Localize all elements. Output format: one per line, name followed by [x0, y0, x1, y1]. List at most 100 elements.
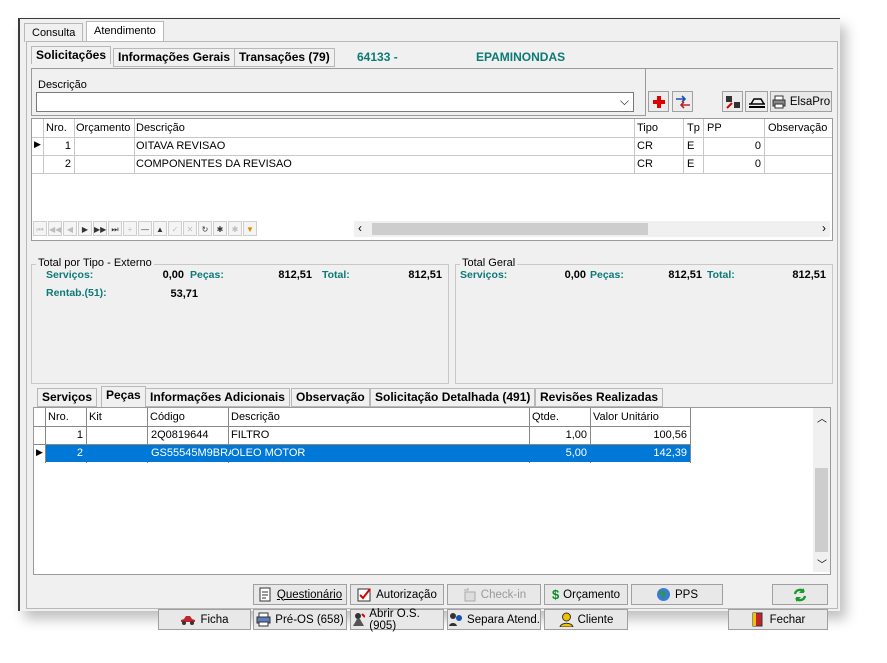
- autorizacao-button[interactable]: Autorização: [350, 584, 444, 605]
- checkbox-icon: [357, 588, 371, 602]
- filter-icon[interactable]: ▼: [243, 221, 257, 236]
- client-code: 64133 -: [357, 50, 398, 64]
- questionario-button[interactable]: Questionário: [253, 584, 347, 605]
- delete-icon[interactable]: —: [138, 221, 152, 236]
- plus-icon: [652, 95, 665, 108]
- rentab-label: Rentab.(51):: [46, 287, 107, 299]
- col-codigo[interactable]: Código: [150, 411, 185, 423]
- tab-revisoes-realizadas[interactable]: Revisões Realizadas: [535, 388, 664, 407]
- main-window: Consulta Atendimento Solicitações Inform…: [18, 18, 840, 632]
- row-pp: 0: [754, 140, 761, 152]
- checkin-button[interactable]: Check-in: [447, 584, 541, 605]
- preos-button[interactable]: Pré-OS (658): [253, 609, 347, 630]
- scroll-thumb[interactable]: [372, 223, 648, 235]
- user-icon: [559, 612, 574, 627]
- col-nro[interactable]: Nro.: [46, 122, 67, 134]
- separa-atend-button[interactable]: Separa Atend.: [447, 609, 541, 630]
- scroll-up-icon[interactable]: ︿: [817, 410, 827, 425]
- transfer-icon: [675, 94, 690, 109]
- last-record-icon[interactable]: ⏭: [108, 221, 122, 236]
- post-icon[interactable]: ✓: [168, 221, 182, 236]
- printer-icon: [772, 95, 786, 108]
- orcamento-button[interactable]: $ Orçamento: [544, 584, 628, 605]
- ficha-button[interactable]: Ficha: [158, 609, 251, 630]
- servicos-value: 0,00: [564, 269, 586, 281]
- horizontal-scrollbar[interactable]: ‹ ›: [354, 221, 830, 237]
- servicos-value: 0,00: [162, 269, 184, 281]
- asterisk-icon[interactable]: ✱: [213, 221, 227, 236]
- solicitacoes-grid[interactable]: Nro. Orçamento Descrição Tipo Tp PP Obse…: [31, 118, 833, 241]
- edit-icon[interactable]: ▲: [153, 221, 167, 236]
- exit-door-icon: [752, 612, 763, 627]
- tab-servicos[interactable]: Serviços: [37, 388, 98, 407]
- col-descricao[interactable]: Descrição: [136, 122, 185, 134]
- row-tp: E: [687, 158, 695, 170]
- pps-label: PPS: [674, 588, 698, 601]
- col-tp[interactable]: Tp: [687, 122, 700, 134]
- total-tipo-title: Total por Tipo - Externo: [36, 257, 154, 269]
- dollar-icon: $: [551, 587, 560, 602]
- record-navigator: ⏮ ◀◀ ◀ ▶ ▶▶ ⏭ + — ▲ ✓ ✕ ↻ ✱ ✱ ▼: [33, 221, 313, 237]
- transfer-button[interactable]: [672, 91, 693, 112]
- col-valor-unitario[interactable]: Valor Unitário: [593, 411, 659, 423]
- elsapro-button[interactable]: ElsaPro: [770, 91, 832, 112]
- abrir-os-button[interactable]: Abrir O.S.(905): [350, 608, 444, 632]
- prior-record-icon[interactable]: ◀: [63, 221, 77, 236]
- separa-label: Separa Atend.: [467, 613, 540, 626]
- cliente-button[interactable]: Cliente: [544, 609, 628, 630]
- refresh-icon[interactable]: ↻: [198, 221, 212, 236]
- scroll-thumb[interactable]: [815, 468, 828, 552]
- col-pp[interactable]: PP: [707, 122, 722, 134]
- col-orcamento[interactable]: Orçamento: [76, 122, 130, 134]
- atendimento-panel: Solicitações Informações Gerais Transaçõ…: [26, 41, 838, 632]
- chevron-down-icon[interactable]: ⌵: [620, 94, 629, 109]
- col-kit[interactable]: Kit: [89, 411, 102, 423]
- col-descricao[interactable]: Descrição: [231, 411, 280, 423]
- table-row-selected[interactable]: 2 GS55545M9BRA OLEO MOTOR 5,00 142,39: [46, 445, 690, 462]
- refresh-button[interactable]: [772, 584, 828, 605]
- total-geral-title: Total Geral: [460, 257, 518, 269]
- row-qtde: 5,00: [565, 447, 587, 459]
- tools-icon: [725, 95, 740, 109]
- tab-pecas[interactable]: Peças: [101, 386, 146, 407]
- col-observacao[interactable]: Observação: [768, 122, 827, 134]
- scroll-down-icon[interactable]: ﹀: [817, 556, 827, 571]
- tab-informacoes-gerais[interactable]: Informações Gerais: [113, 48, 236, 67]
- row-nro: 2: [64, 158, 71, 170]
- scroll-left-icon[interactable]: ‹: [358, 221, 362, 235]
- col-qtde[interactable]: Qtde.: [532, 411, 559, 423]
- cliente-label: Cliente: [577, 613, 614, 626]
- total-tipo-group: Total por Tipo - Externo Serviços: 0,00 …: [31, 257, 449, 384]
- car-lift-button[interactable]: [745, 91, 768, 112]
- row-pp: 0: [754, 158, 761, 170]
- row-qtde: 1,00: [565, 429, 587, 441]
- scroll-right-icon[interactable]: ›: [822, 221, 826, 235]
- row-descricao: FILTRO: [231, 429, 270, 441]
- asterisk-clear-icon[interactable]: ✱: [228, 221, 242, 236]
- cancel-icon[interactable]: ✕: [183, 221, 197, 236]
- tab-solicitacao-detalhada[interactable]: Solicitação Detalhada (491): [370, 388, 536, 407]
- tools-button[interactable]: [722, 91, 743, 112]
- tab-consulta[interactable]: Consulta: [24, 23, 84, 42]
- insert-icon[interactable]: +: [123, 221, 137, 236]
- tab-observacao[interactable]: Observação: [291, 388, 370, 407]
- tab-atendimento[interactable]: Atendimento: [86, 21, 164, 42]
- pps-button[interactable]: PPS: [631, 584, 723, 605]
- fechar-button[interactable]: Fechar: [728, 609, 828, 630]
- total-value: 812,51: [408, 269, 442, 281]
- col-nro[interactable]: Nro.: [48, 411, 69, 423]
- pecas-grid[interactable]: Nro. Kit Código Descrição Qtde. Valor Un…: [33, 407, 831, 575]
- next-record-icon[interactable]: ▶: [78, 221, 92, 236]
- pecas-value: 812,51: [278, 269, 312, 281]
- col-tipo[interactable]: Tipo: [637, 122, 658, 134]
- prior-page-icon[interactable]: ◀◀: [48, 221, 62, 236]
- servicos-label: Serviços:: [46, 269, 94, 281]
- tab-informacoes-adicionais[interactable]: Informações Adicionais: [145, 388, 290, 407]
- descricao-combobox[interactable]: ⌵: [36, 92, 634, 112]
- next-page-icon[interactable]: ▶▶: [93, 221, 107, 236]
- tab-solicitacoes[interactable]: Solicitações: [31, 46, 112, 64]
- first-record-icon[interactable]: ⏮: [33, 221, 47, 236]
- tab-transacoes[interactable]: Transações (79): [234, 48, 335, 67]
- vertical-scrollbar[interactable]: ︿ ﹀: [813, 408, 830, 572]
- add-button[interactable]: [648, 91, 669, 112]
